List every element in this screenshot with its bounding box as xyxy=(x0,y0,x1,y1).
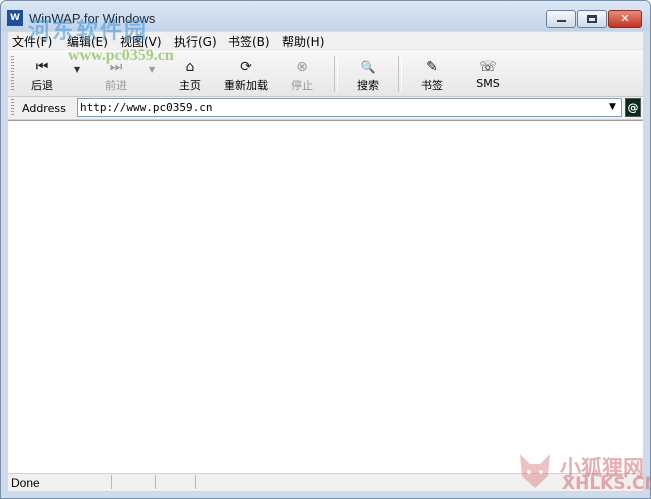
address-combobox[interactable]: ▼ xyxy=(77,98,622,117)
stop-label: 停止 xyxy=(291,79,313,92)
address-bar-grip[interactable] xyxy=(11,99,14,117)
menu-bar: 文件(F) 编辑(E) 视图(V) 执行(G) 书签(B) 帮助(H) xyxy=(8,32,643,50)
forward-button[interactable]: ⏭ 前进 xyxy=(96,52,136,96)
minimize-button[interactable] xyxy=(546,10,576,28)
toolbar-separator xyxy=(398,56,402,92)
search-button[interactable]: 🔍 搜索 xyxy=(350,52,386,96)
stop-button[interactable]: ⊗ 停止 xyxy=(284,52,320,96)
minimize-icon xyxy=(557,20,566,22)
toolbar-separator xyxy=(334,56,338,92)
address-label: Address xyxy=(22,102,66,115)
sms-button[interactable]: ☏ SMS xyxy=(470,52,506,96)
search-icon: 🔍 xyxy=(360,60,376,74)
client-area: 文件(F) 编辑(E) 视图(V) 执行(G) 书签(B) 帮助(H) ⏮ 后退… xyxy=(8,32,643,491)
title-bar[interactable]: W WinWAP for Windows ✕ xyxy=(1,1,650,31)
back-button[interactable]: ⏮ 后退 xyxy=(22,52,62,96)
status-panel-divider xyxy=(195,475,196,489)
status-text: Done xyxy=(11,476,40,490)
menu-view[interactable]: 视图(V) xyxy=(120,33,162,50)
toolbar: ⏮ 后退 ▼ ⏭ 前进 ▼ ⌂ 主页 ⟳ 重新加载 ⊗ 停止 🔍 搜索 ✎ 书签… xyxy=(8,51,643,97)
reload-icon: ⟳ xyxy=(240,59,252,75)
menu-edit[interactable]: 编辑(E) xyxy=(67,33,108,50)
menu-go[interactable]: 执行(G) xyxy=(174,33,217,50)
address-input[interactable] xyxy=(80,100,600,115)
home-button[interactable]: ⌂ 主页 xyxy=(170,52,210,96)
back-label: 后退 xyxy=(31,79,53,92)
chevron-down-icon[interactable]: ▼ xyxy=(605,100,620,115)
status-panel-divider xyxy=(111,475,112,489)
sms-phone-icon: ☏ xyxy=(479,59,497,75)
home-icon: ⌂ xyxy=(185,59,195,75)
menu-help[interactable]: 帮助(H) xyxy=(282,33,324,50)
bookmarks-label: 书签 xyxy=(421,79,443,92)
window-title: WinWAP for Windows xyxy=(29,11,156,26)
address-bar: Address ▼ @ xyxy=(8,97,643,120)
search-label: 搜索 xyxy=(357,79,379,92)
bookmark-icon: ✎ xyxy=(426,59,438,75)
reload-label: 重新加载 xyxy=(224,79,268,92)
stop-icon: ⊗ xyxy=(296,59,308,75)
sms-label: SMS xyxy=(476,77,500,90)
back-history-dropdown[interactable]: ▼ xyxy=(74,65,80,74)
go-button[interactable]: @ xyxy=(625,98,641,117)
status-panel-divider xyxy=(155,475,156,489)
close-icon: ✕ xyxy=(620,12,630,25)
status-bar: Done xyxy=(8,473,643,491)
close-button[interactable]: ✕ xyxy=(608,10,642,28)
app-window: W WinWAP for Windows ✕ 文件(F) 编辑(E) 视图(V)… xyxy=(0,0,651,499)
toolbar-grip[interactable] xyxy=(11,56,14,92)
forward-history-dropdown[interactable]: ▼ xyxy=(149,65,155,74)
menu-file[interactable]: 文件(F) xyxy=(12,33,52,50)
forward-icon: ⏭ xyxy=(109,59,123,75)
reload-button[interactable]: ⟳ 重新加载 xyxy=(220,52,272,96)
forward-label: 前进 xyxy=(105,79,127,92)
maximize-icon xyxy=(587,15,597,23)
menu-bookmarks[interactable]: 书签(B) xyxy=(228,33,270,50)
back-icon: ⏮ xyxy=(35,59,49,75)
home-label: 主页 xyxy=(179,79,201,92)
bookmarks-button[interactable]: ✎ 书签 xyxy=(414,52,450,96)
maximize-button[interactable] xyxy=(577,10,607,28)
winwap-app-icon[interactable]: W xyxy=(7,10,23,26)
page-content-area[interactable] xyxy=(8,120,643,473)
